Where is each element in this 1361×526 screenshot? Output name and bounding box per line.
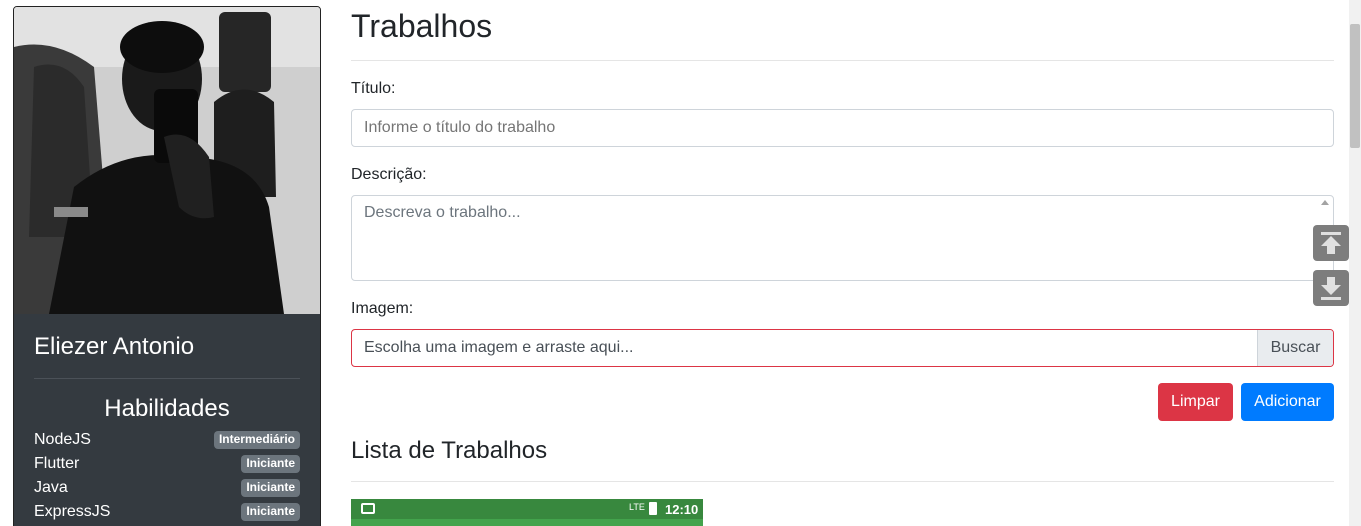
skill-row-expressjs: ExpressJS Iniciante <box>34 502 300 526</box>
app-bar <box>351 519 703 526</box>
image-file-placeholder: Escolha uma imagem e arraste aqui... <box>364 339 634 356</box>
skill-row-nodejs: NodeJS Intermediário <box>34 430 300 454</box>
status-time: 12:10 <box>665 502 699 517</box>
battery-icon <box>649 502 657 515</box>
scrollbar-thumb[interactable] <box>1350 24 1360 148</box>
skill-row-flutter: Flutter Iniciante <box>34 454 300 478</box>
notification-icon <box>361 503 375 514</box>
title-input[interactable] <box>351 109 1334 147</box>
skill-level-badge: Iniciante <box>241 503 300 521</box>
skill-level-badge: Intermediário <box>213 431 300 449</box>
jobs-list-title: Lista de Trabalhos <box>351 437 548 464</box>
sidebar-divider <box>34 378 300 379</box>
clear-button[interactable]: Limpar <box>1158 383 1233 421</box>
phone-status-bar: LTE 12:10 <box>351 499 703 519</box>
browse-button[interactable]: Buscar <box>1257 330 1333 366</box>
title-divider <box>351 60 1334 61</box>
profile-photo <box>14 7 320 314</box>
add-button[interactable]: Adicionar <box>1241 383 1334 421</box>
profile-sidebar: Eliezer Antonio Habilidades NodeJS Inter… <box>13 6 321 526</box>
title-label: Título: <box>351 80 396 97</box>
profile-name: Eliezer Antonio <box>34 333 195 360</box>
skill-level-badge: Iniciante <box>241 479 300 497</box>
skills-title: Habilidades <box>104 395 230 422</box>
arrow-down-to-line-icon <box>1321 277 1341 300</box>
list-divider <box>351 481 1334 482</box>
scroll-to-top-button[interactable] <box>1313 225 1349 261</box>
skill-name: Flutter <box>34 455 80 472</box>
arrow-up-to-line-icon <box>1321 232 1341 254</box>
page-scrollbar[interactable] <box>1349 0 1361 526</box>
page-title: Trabalhos <box>351 8 493 44</box>
description-textarea[interactable]: Descreva o trabalho... <box>351 195 1334 281</box>
image-label: Imagem: <box>351 300 414 317</box>
skill-name: NodeJS <box>34 431 91 448</box>
scroll-to-bottom-button[interactable] <box>1313 270 1349 306</box>
skill-name: Java <box>34 479 68 496</box>
description-label: Descrição: <box>351 166 427 183</box>
skill-row-java: Java Iniciante <box>34 478 300 502</box>
description-placeholder: Descreva o trabalho... <box>364 204 521 221</box>
skill-level-badge: Iniciante <box>241 455 300 473</box>
scroll-up-arrow-icon[interactable] <box>1321 200 1329 205</box>
job-item-image[interactable]: LTE 12:10 <box>351 499 703 526</box>
skill-name: ExpressJS <box>34 503 111 520</box>
network-indicator: LTE <box>629 502 645 512</box>
image-file-input[interactable]: Escolha uma imagem e arraste aqui... Bus… <box>351 329 1334 367</box>
